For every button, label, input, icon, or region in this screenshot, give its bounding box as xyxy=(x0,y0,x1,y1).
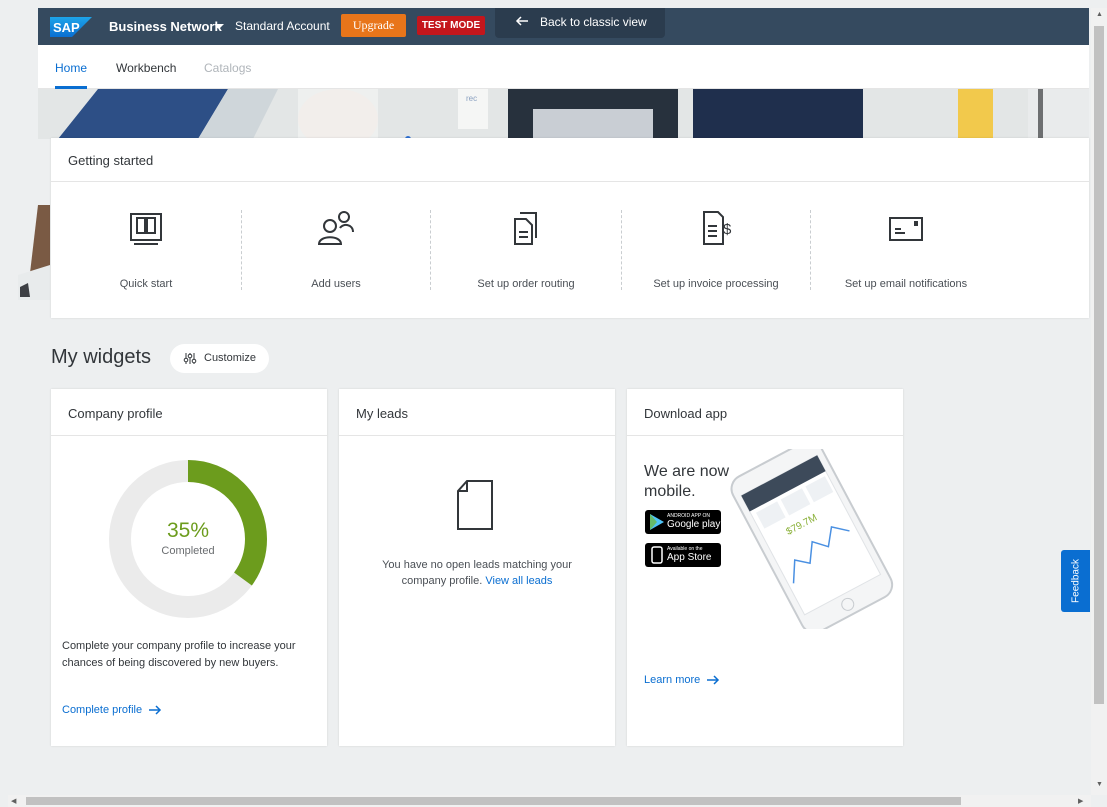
my-leads-widget: My leads You have no open leads matching… xyxy=(339,389,615,746)
divider xyxy=(621,210,622,290)
back-to-classic-button[interactable]: Back to classic view xyxy=(495,8,665,38)
arrow-left-icon xyxy=(515,16,528,26)
email-notifications-label: Set up email notifications xyxy=(844,278,968,290)
completion-label: Completed xyxy=(161,545,215,557)
invoice-processing-label: Set up invoice processing xyxy=(653,278,779,290)
learn-more-label: Learn more xyxy=(644,674,701,686)
svg-text:rec: rec xyxy=(466,94,477,103)
company-profile-title: Company profile xyxy=(68,406,163,421)
arrow-right-icon xyxy=(149,705,162,715)
upgrade-button[interactable]: Upgrade xyxy=(341,14,406,37)
app-store-badge[interactable]: Available on the App Store xyxy=(645,543,721,567)
chevron-down-icon[interactable] xyxy=(214,24,224,29)
account-type: Standard Account xyxy=(235,19,330,33)
getting-started-title: Getting started xyxy=(68,153,154,168)
tab-workbench[interactable]: Workbench xyxy=(116,61,176,75)
hero-banner-image: rec xyxy=(38,89,1089,139)
svg-text:SAP: SAP xyxy=(53,20,80,35)
back-to-classic-label: Back to classic view xyxy=(540,15,647,29)
view-all-leads-link[interactable]: View all leads xyxy=(485,575,552,587)
no-leads-message: You have no open leads matching your com… xyxy=(364,557,590,589)
customize-label: Customize xyxy=(204,352,256,364)
horizontal-scroll-thumb[interactable] xyxy=(26,797,961,805)
tab-catalogs: Catalogs xyxy=(204,61,252,75)
complete-profile-label: Complete profile xyxy=(62,704,143,716)
google-play-badge[interactable]: ANDROID APP ON Google play xyxy=(645,510,721,534)
mobile-phone-image: $79.7M xyxy=(730,449,894,629)
complete-profile-link[interactable]: Complete profile xyxy=(62,704,162,716)
customize-button[interactable]: Customize xyxy=(170,344,269,373)
app-store-text: App Store xyxy=(667,552,712,563)
feedback-label: Feedback xyxy=(1070,559,1081,603)
side-photo-fragment xyxy=(18,205,50,300)
google-play-text: Google play xyxy=(667,519,721,530)
sliders-icon xyxy=(183,353,197,364)
my-widgets-title: My widgets xyxy=(51,346,152,368)
tab-bar: Home Workbench Catalogs xyxy=(38,45,1089,89)
vertical-scroll-thumb[interactable] xyxy=(1094,26,1104,704)
scroll-right-arrow-icon[interactable]: ▶ xyxy=(1078,797,1083,805)
scroll-up-arrow-icon[interactable]: ▲ xyxy=(1096,11,1103,18)
divider xyxy=(810,210,811,290)
divider xyxy=(51,181,1089,182)
my-leads-title: My leads xyxy=(356,406,409,421)
arrow-right-icon xyxy=(707,675,720,685)
completion-percent: 35% xyxy=(166,519,210,542)
quick-start-label: Quick start xyxy=(119,278,173,290)
documents-icon xyxy=(514,212,537,245)
add-users-tile[interactable]: Add users xyxy=(246,208,426,290)
document-icon xyxy=(457,480,493,530)
feedback-tab[interactable]: Feedback xyxy=(1061,550,1090,612)
divider xyxy=(51,435,327,436)
horizontal-scrollbar[interactable]: ◀ ▶ xyxy=(8,795,1091,807)
invoice-processing-tile[interactable]: $ Set up invoice processing xyxy=(626,208,806,290)
divider xyxy=(627,435,903,436)
book-icon xyxy=(130,213,162,245)
profile-completion-donut: 35% Completed xyxy=(108,459,268,619)
divider xyxy=(430,210,431,290)
download-app-widget: Download app We are now mobile. ANDROID … xyxy=(627,389,903,746)
test-mode-badge: TEST MODE xyxy=(417,16,485,35)
scroll-left-arrow-icon[interactable]: ◀ xyxy=(11,797,16,805)
invoice-icon: $ xyxy=(703,211,732,245)
scroll-down-arrow-icon[interactable]: ▼ xyxy=(1096,781,1103,788)
company-profile-widget: Company profile 35% Completed Complete y… xyxy=(51,389,327,746)
divider xyxy=(241,210,242,290)
sap-logo[interactable]: SAP xyxy=(50,17,92,37)
order-routing-tile[interactable]: Set up order routing xyxy=(436,208,616,290)
download-app-title: Download app xyxy=(644,406,728,421)
getting-started-card: Getting started Quick start Add users Se… xyxy=(51,138,1089,318)
vertical-scrollbar[interactable]: ▲ ▼ xyxy=(1091,8,1107,795)
svg-text:$: $ xyxy=(723,221,732,238)
envelope-icon xyxy=(889,217,923,241)
top-bar: SAP Business Network Standard Account Up… xyxy=(38,8,1089,45)
tab-home[interactable]: Home xyxy=(55,61,87,75)
quick-start-tile[interactable]: Quick start xyxy=(56,208,236,290)
email-notifications-tile[interactable]: Set up email notifications xyxy=(816,208,996,290)
users-icon xyxy=(317,211,354,245)
learn-more-link[interactable]: Learn more xyxy=(644,674,720,686)
order-routing-label: Set up order routing xyxy=(477,278,575,290)
phone-icon xyxy=(651,546,663,564)
divider xyxy=(339,435,615,436)
business-network-title[interactable]: Business Network xyxy=(109,19,222,34)
play-icon xyxy=(650,514,664,530)
add-users-label: Add users xyxy=(311,278,361,290)
company-profile-description: Complete your company profile to increas… xyxy=(62,640,296,669)
